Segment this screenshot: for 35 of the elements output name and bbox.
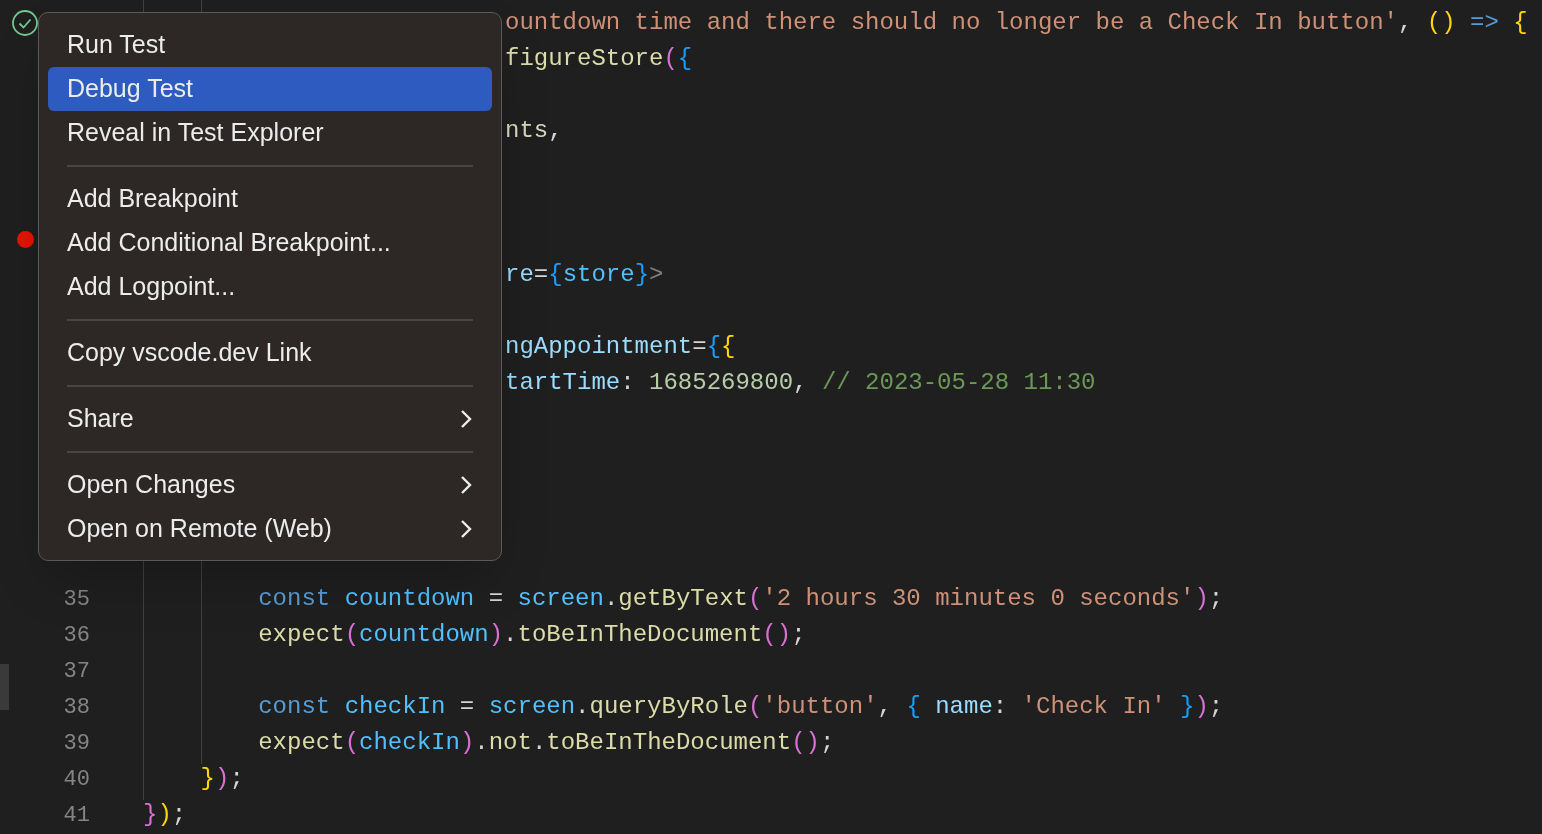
menu-item[interactable]: Run Test xyxy=(48,23,492,67)
code-line: expect(countdown).toBeInTheDocument(); xyxy=(257,620,806,650)
check-circle-icon[interactable] xyxy=(11,9,39,37)
code-line: const countdown = screen.getByText('2 hours 30 minutes 0 seconds'); xyxy=(257,584,1224,614)
menu-item[interactable]: Copy vscode.dev Link xyxy=(48,331,492,375)
line-number: 35 xyxy=(63,585,90,614)
chevron-right-icon xyxy=(460,475,472,495)
line-number: 36 xyxy=(63,621,90,650)
line-number: 37 xyxy=(63,657,90,686)
menu-item[interactable]: Open Changes xyxy=(48,463,492,507)
breakpoint-icon[interactable] xyxy=(16,230,34,248)
code-line: }); xyxy=(199,764,244,794)
code-line: ngAppointment={{ xyxy=(505,332,736,362)
code-line: re={store}> xyxy=(505,260,664,290)
code-line: expect(checkIn).not.toBeInTheDocument(); xyxy=(257,728,835,758)
code-line: ountdown time and there should no longer be a Check In button', () => { xyxy=(505,8,1528,38)
menu-item[interactable]: Add Breakpoint xyxy=(48,177,492,221)
code-line: }); xyxy=(143,800,187,830)
menu-item[interactable]: Reveal in Test Explorer xyxy=(48,111,492,155)
line-number: 40 xyxy=(63,765,90,794)
menu-item[interactable]: Add Logpoint... xyxy=(48,265,492,309)
code-line: figureStore({ xyxy=(505,44,693,74)
code-line: tartTime: 1685269800, // 2023-05-28 11:30 xyxy=(505,368,1096,398)
line-number: 39 xyxy=(63,729,90,758)
chevron-right-icon xyxy=(460,519,472,539)
menu-item[interactable]: Share xyxy=(48,397,492,441)
code-line: const checkIn = screen.queryByRole('button', { name: 'Check In' }); xyxy=(257,692,1224,722)
line-number: 41 xyxy=(63,801,90,830)
menu-item[interactable]: Add Conditional Breakpoint... xyxy=(48,221,492,265)
scroll-marker xyxy=(0,664,9,710)
chevron-right-icon xyxy=(460,409,472,429)
code-line: nts, xyxy=(505,116,563,146)
menu-item[interactable]: Debug Test xyxy=(48,67,492,111)
line-number: 38 xyxy=(63,693,90,722)
menu-item[interactable]: Open on Remote (Web) xyxy=(48,507,492,551)
